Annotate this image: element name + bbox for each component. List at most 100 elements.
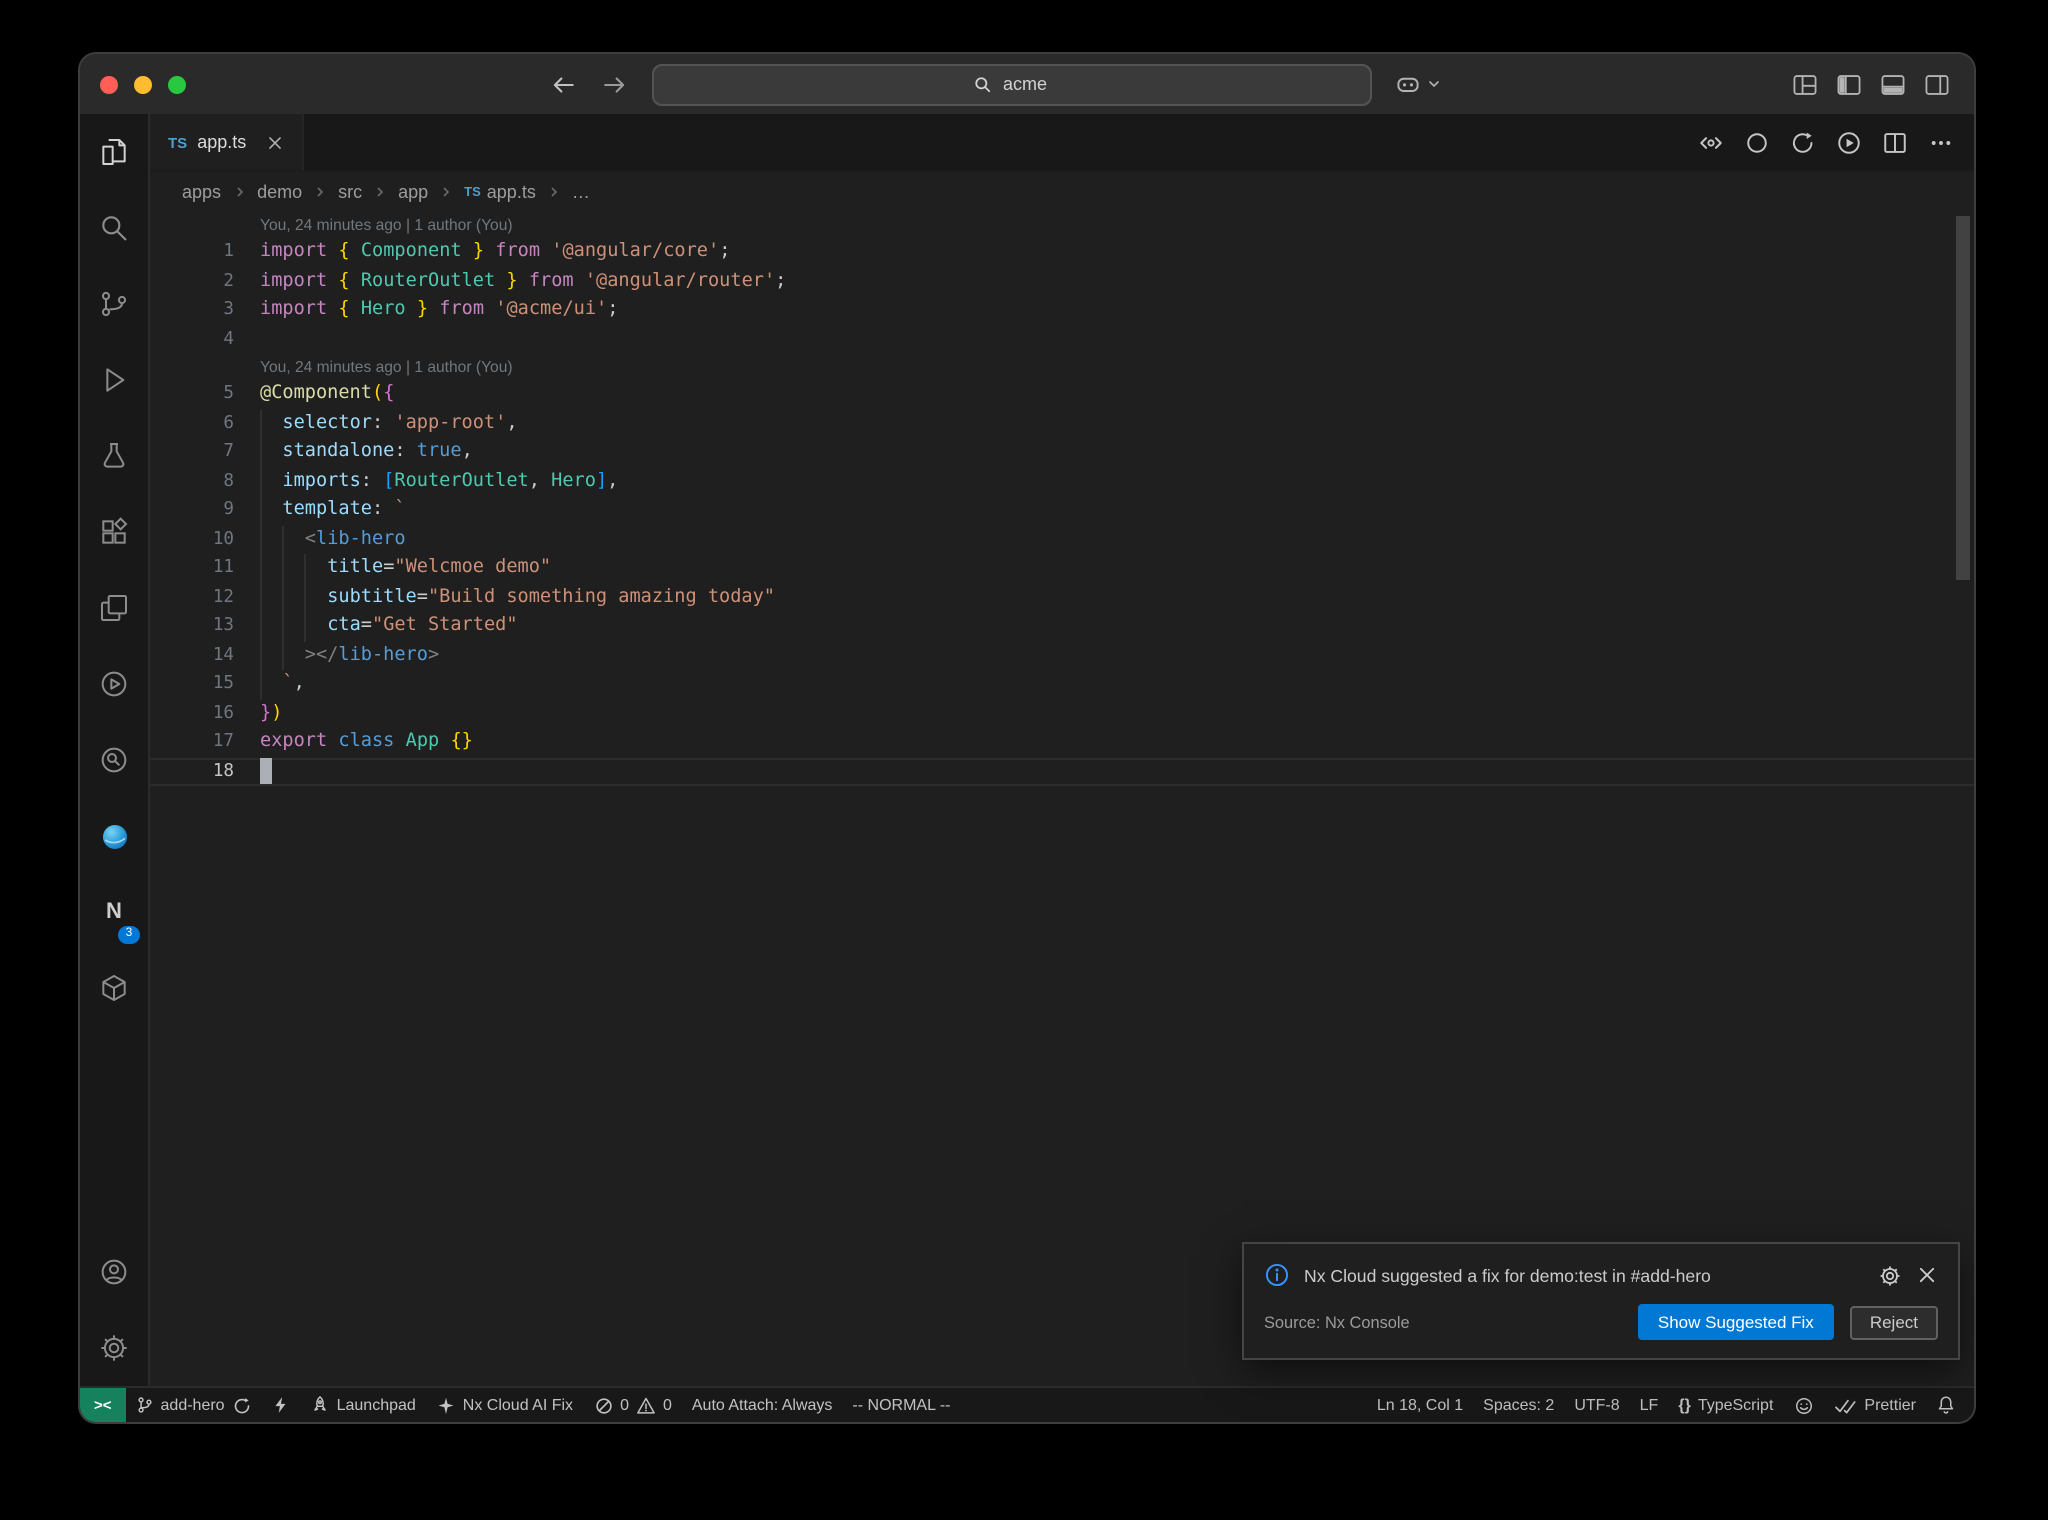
play-circle-icon: [98, 668, 130, 700]
eol-status-item[interactable]: LF: [1630, 1388, 1669, 1422]
editor[interactable]: You, 24 minutes ago | 1 author (You) 1 imp…: [150, 212, 1974, 1386]
run-and-debug-icon: [98, 364, 130, 396]
git-branch-icon: [136, 1394, 154, 1416]
zoom-window-button[interactable]: [168, 75, 186, 93]
nx-cloud-fix-status-item[interactable]: Nx Cloud AI Fix: [426, 1388, 583, 1422]
code-line: 16}): [212, 701, 283, 723]
package-icon: [98, 972, 130, 1004]
chevron-right-icon: [236, 187, 243, 197]
breadcrumb-item[interactable]: src: [338, 182, 362, 202]
code-line: 2 import { RouterOutlet } from '@angular/…: [223, 269, 787, 291]
settings-gear-icon: [98, 1332, 130, 1364]
notifications-bell-item[interactable]: [1926, 1388, 1966, 1422]
source-control-icon: [98, 288, 130, 320]
launchpad-status-item[interactable]: Launchpad: [300, 1388, 426, 1422]
toggle-secondary-sidebar-icon[interactable]: [1924, 71, 1950, 97]
encoding-status-item[interactable]: UTF-8: [1564, 1388, 1629, 1422]
reject-button[interactable]: Reject: [1849, 1305, 1938, 1339]
sidebar-item-package[interactable]: [80, 950, 148, 1026]
toggle-panel-icon[interactable]: [1880, 71, 1906, 97]
search-icon: [98, 212, 130, 244]
breadcrumb-item[interactable]: demo: [257, 182, 302, 202]
sidebar-item-testing[interactable]: [80, 418, 148, 494]
chevron-right-icon: [443, 187, 450, 197]
sync-icon: [232, 1395, 252, 1415]
sidebar-item-explorer[interactable]: [80, 114, 148, 190]
code-line: 5 @Component({: [223, 382, 395, 404]
sidebar-item-extensions[interactable]: [80, 494, 148, 570]
minimize-window-button[interactable]: [134, 75, 152, 93]
code-line: 17 export class App {}: [212, 730, 473, 752]
status-bar: >< add-hero Launchpad Nx Cloud AI Fix 0 …: [80, 1386, 1974, 1422]
bolt-status-item[interactable]: [262, 1388, 300, 1422]
window-controls: [100, 75, 186, 93]
sidebar-item-source-control[interactable]: [80, 266, 148, 342]
breadcrumb-item[interactable]: …: [572, 182, 590, 202]
customize-layout-icon[interactable]: [1792, 71, 1818, 97]
sidebar-item-run-debug[interactable]: [80, 342, 148, 418]
notification-settings-gear-icon[interactable]: [1878, 1263, 1902, 1287]
show-suggested-fix-button[interactable]: Show Suggested Fix: [1637, 1304, 1834, 1340]
run-file-icon[interactable]: [1790, 129, 1816, 155]
toggle-primary-sidebar-icon[interactable]: [1836, 71, 1862, 97]
editor-cursor: [260, 758, 272, 785]
forward-icon[interactable]: [601, 71, 627, 97]
editor-actions: [1698, 114, 1974, 170]
notification-message: Nx Cloud suggested a fix for demo:test i…: [1304, 1265, 1711, 1285]
close-window-button[interactable]: [100, 75, 118, 93]
sidebar-item-search[interactable]: [80, 190, 148, 266]
auto-attach-status-item[interactable]: Auto Attach: Always: [682, 1388, 843, 1422]
beaker-icon: [98, 440, 130, 472]
open-changes-icon[interactable]: [1698, 129, 1724, 155]
bell-icon: [1936, 1394, 1956, 1416]
vim-mode-status-item[interactable]: -- NORMAL --: [842, 1388, 960, 1422]
scrollbar[interactable]: [1956, 216, 1970, 580]
code-line: 10 <lib-hero: [150, 525, 1974, 554]
tab-label: app.ts: [197, 132, 247, 152]
copilot-icon: [1393, 70, 1421, 98]
indentation-status-item[interactable]: Spaces: 2: [1473, 1388, 1564, 1422]
breadcrumb-item[interactable]: app: [398, 182, 428, 202]
remote-icon: ><: [94, 1396, 112, 1414]
tab-app-ts[interactable]: TS app.ts: [150, 114, 305, 170]
code-line: 9 template: `: [150, 496, 1974, 525]
windows-icon: [98, 592, 130, 624]
branch-status-item[interactable]: add-hero: [126, 1388, 262, 1422]
tab-bar: TS app.ts: [150, 114, 1974, 172]
close-tab-icon[interactable]: [266, 133, 284, 151]
accounts-button[interactable]: [80, 1234, 148, 1310]
round-logo-icon: [97, 819, 131, 853]
cursor-position-status-item[interactable]: Ln 18, Col 1: [1367, 1388, 1473, 1422]
copilot-menu[interactable]: [1393, 70, 1441, 98]
breadcrumb-item-file[interactable]: TS app.ts: [464, 182, 536, 202]
feedback-status-item[interactable]: [1783, 1388, 1823, 1422]
search-value: acme: [1002, 74, 1047, 94]
toggle-circle-icon[interactable]: [1744, 129, 1770, 155]
split-editor-icon[interactable]: [1882, 129, 1908, 155]
problems-status-item[interactable]: 0 0: [583, 1388, 682, 1422]
more-actions-icon[interactable]: [1928, 129, 1954, 155]
formatter-status-item[interactable]: Prettier: [1823, 1388, 1926, 1422]
code-line: 8 imports: [RouterOutlet, Hero],: [150, 467, 1974, 496]
account-icon: [98, 1256, 130, 1288]
sidebar-item-run-circle[interactable]: [80, 646, 148, 722]
sidebar-item-nx-console[interactable]: N 3: [80, 874, 148, 950]
breadcrumb-item[interactable]: apps: [182, 182, 221, 202]
bolt-icon: [272, 1394, 290, 1416]
smiley-icon: [1793, 1395, 1813, 1415]
language-status-item[interactable]: {} TypeScript: [1668, 1388, 1783, 1422]
explorer-icon: [98, 136, 130, 168]
sidebar-item-browser-tools[interactable]: [80, 798, 148, 874]
notification-close-icon[interactable]: [1916, 1264, 1938, 1286]
sidebar-item-code-search[interactable]: [80, 722, 148, 798]
settings-button[interactable]: [80, 1310, 148, 1386]
run-code-icon[interactable]: [1836, 129, 1862, 155]
remote-indicator[interactable]: ><: [80, 1388, 126, 1422]
sidebar-item-remote-explorer[interactable]: [80, 570, 148, 646]
typescript-file-icon: TS: [168, 133, 188, 151]
command-center-search[interactable]: acme: [651, 63, 1371, 105]
warning-icon: [636, 1395, 656, 1415]
back-icon[interactable]: [549, 71, 575, 97]
code-line: 12 subtitle="Build something amazing tod…: [150, 583, 1974, 612]
activity-bar: N 3: [80, 114, 150, 1386]
